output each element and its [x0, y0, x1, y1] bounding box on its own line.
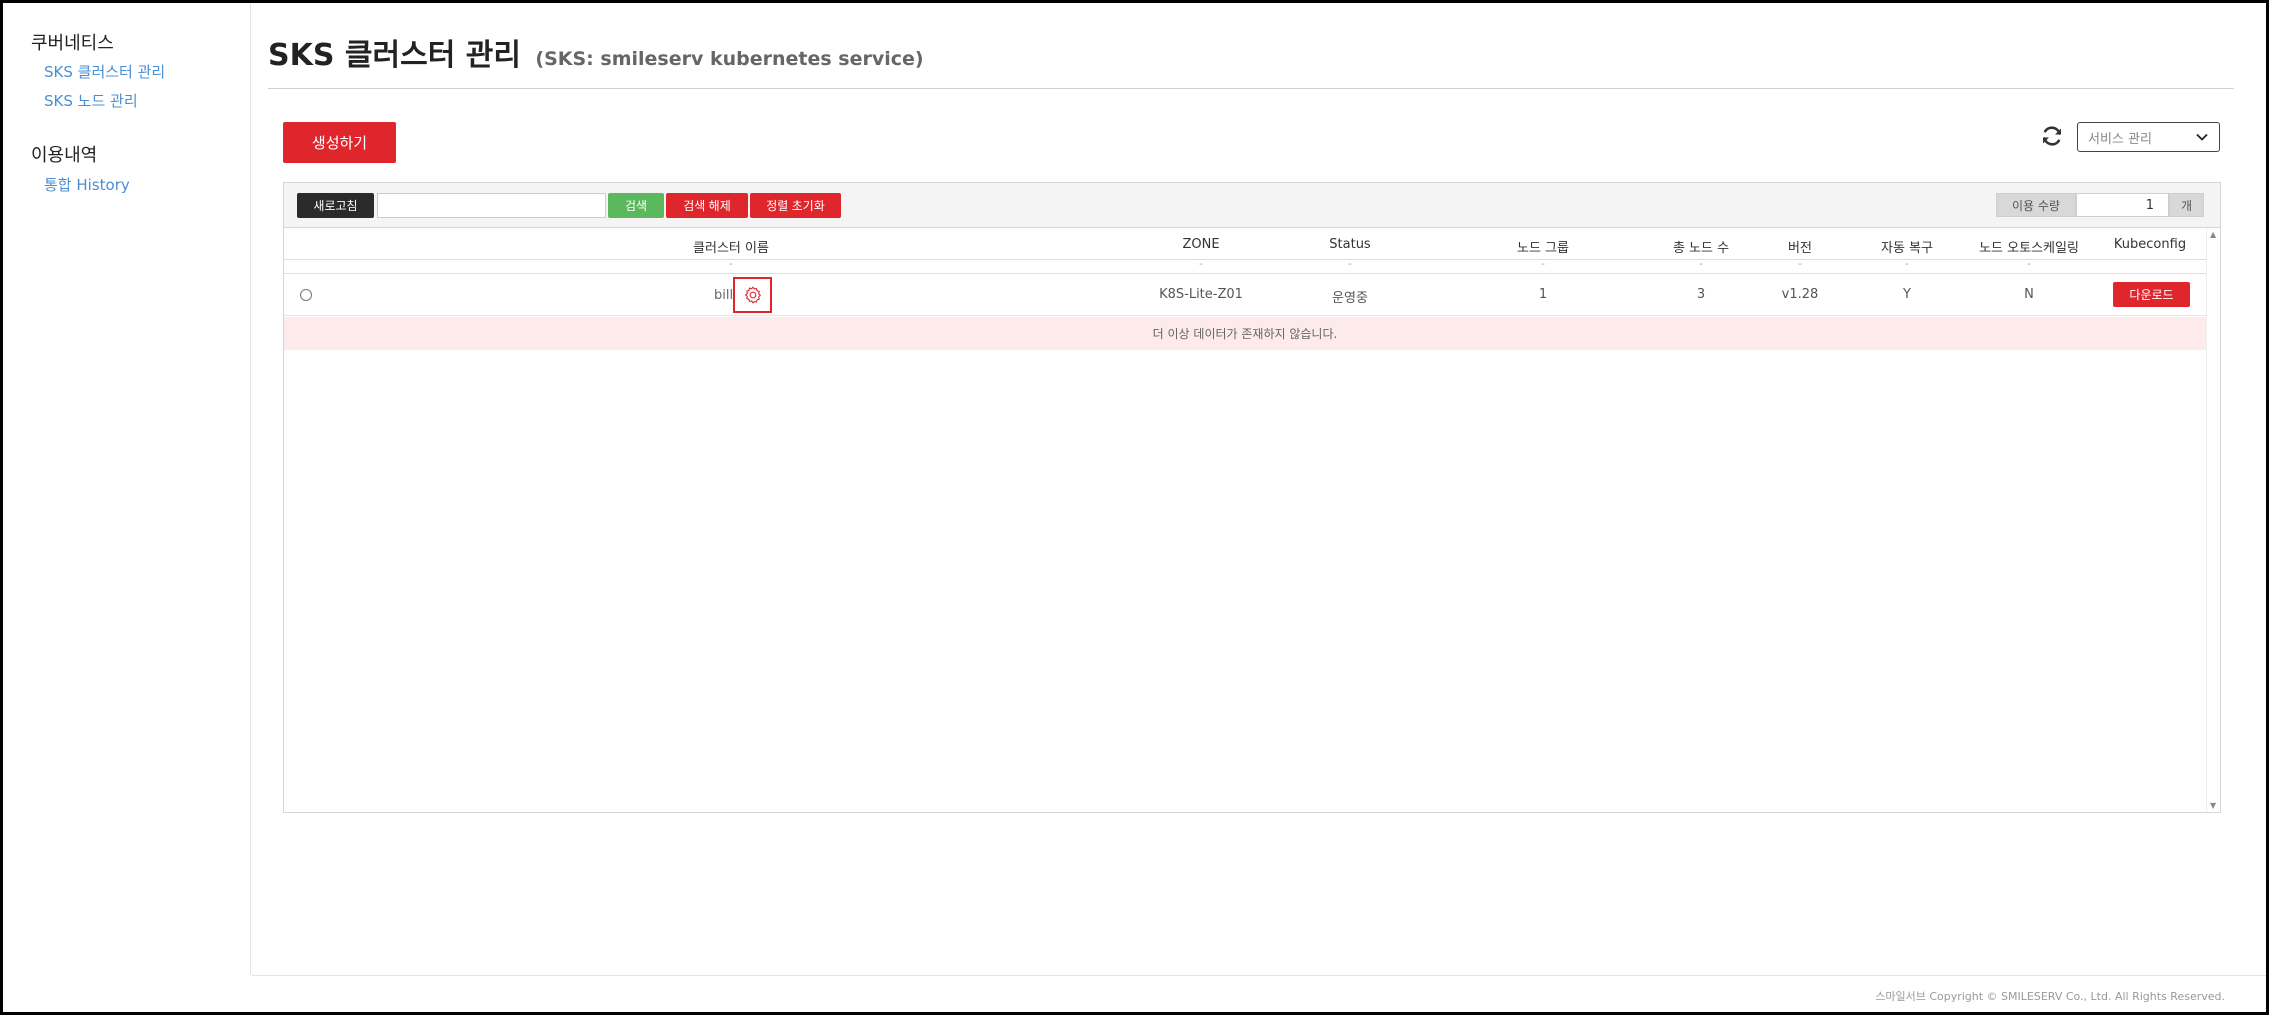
filter-auto-repair[interactable]: - — [1905, 257, 1909, 270]
row-select-radio[interactable] — [300, 289, 312, 301]
column-header-node-autoscaling[interactable]: 노드 오토스케일링 — [1979, 237, 2079, 256]
cell-node-autoscaling: N — [2024, 287, 2034, 302]
column-header-status[interactable]: Status — [1329, 237, 1370, 252]
page-subtitle: (SKS: smileserv kubernetes service) — [535, 48, 924, 70]
filter-status[interactable]: - — [1348, 257, 1352, 270]
sidebar: 쿠버네티스 SKS 클러스터 관리 SKS 노드 관리 이용내역 통합 Hist… — [3, 3, 251, 975]
column-header-auto-repair[interactable]: 자동 복구 — [1881, 237, 1933, 256]
filter-node-groups[interactable]: - — [1541, 257, 1545, 270]
no-more-data-message: 더 이상 데이터가 존재하지 않습니다. — [284, 317, 2206, 350]
chevron-down-icon — [2195, 130, 2209, 148]
kubeconfig-download-button[interactable]: 다운로드 — [2113, 282, 2190, 307]
service-management-select[interactable]: 서비스 관리 — [2077, 122, 2220, 152]
cell-node-groups: 1 — [1538, 287, 1548, 302]
search-button[interactable]: 검색 — [608, 193, 664, 218]
header-divider — [268, 88, 2234, 89]
cluster-name: bill — [714, 287, 734, 303]
filter-cluster-name[interactable]: - — [729, 257, 733, 270]
grid-toolbar: 새로고침 검색 검색 해제 정렬 초기화 이용 수량 1 개 — [284, 183, 2220, 228]
sidebar-group-usage: 이용내역 — [31, 145, 98, 166]
cluster-name-cell: bill — [714, 277, 773, 313]
sidebar-item-history[interactable]: 통합 History — [44, 174, 130, 195]
scroll-up-icon[interactable]: ▲ — [2210, 230, 2216, 239]
page-title: SKS 클러스터 관리 (SKS: smileserv kubernetes s… — [268, 30, 924, 74]
column-header-node-groups[interactable]: 노드 그룹 — [1517, 237, 1569, 256]
cell-auto-repair: Y — [1903, 287, 1911, 302]
usage-count-unit: 개 — [2169, 193, 2204, 217]
footer-divider — [252, 975, 2266, 976]
column-header-version[interactable]: 버전 — [1788, 237, 1812, 256]
cell-version: v1.28 — [1781, 287, 1819, 302]
search-input[interactable] — [377, 193, 606, 218]
reset-sort-button[interactable]: 정렬 초기화 — [750, 193, 841, 218]
refresh-icon[interactable] — [2040, 124, 2064, 148]
grid-refresh-button[interactable]: 새로고침 — [297, 193, 374, 218]
sidebar-item-cluster-management[interactable]: SKS 클러스터 관리 — [44, 61, 165, 82]
column-header-kubeconfig[interactable]: Kubeconfig — [2114, 237, 2186, 252]
filter-version[interactable]: - — [1798, 257, 1802, 270]
page-title-text: SKS 클러스터 관리 — [268, 38, 521, 73]
filter-node-autoscaling[interactable]: - — [2027, 257, 2031, 270]
sidebar-group-kubernetes: 쿠버네티스 — [31, 33, 114, 54]
usage-count-label: 이용 수량 — [1996, 193, 2076, 217]
column-header-total-nodes[interactable]: 총 노드 수 — [1673, 237, 1729, 256]
clear-search-button[interactable]: 검색 해제 — [666, 193, 748, 218]
column-header-cluster-name[interactable]: 클러스터 이름 — [693, 237, 769, 256]
filter-total-nodes[interactable]: - — [1699, 257, 1703, 270]
grid-scrollbar[interactable]: ▲ ▼ — [2206, 228, 2220, 812]
sidebar-item-node-management[interactable]: SKS 노드 관리 — [44, 90, 138, 111]
table-row[interactable]: bill K8S-Lite-Z01 운영중 1 3 v1.28 Y N 다운로드 — [284, 274, 2206, 316]
cell-status: 운영중 — [1332, 291, 1368, 306]
cell-zone: K8S-Lite-Z01 — [1159, 287, 1243, 302]
footer-copyright: 스마일서브 Copyright © SMILESERV Co., Ltd. Al… — [1875, 990, 2225, 1003]
column-header-zone[interactable]: ZONE — [1182, 237, 1219, 252]
cluster-grid: 새로고침 검색 검색 해제 정렬 초기화 이용 수량 1 개 클러스터 이름 Z… — [283, 182, 2221, 813]
grid-filter-row: - - - - - - - - — [284, 257, 2206, 274]
usage-count-value: 1 — [2076, 193, 2169, 217]
gear-icon[interactable] — [733, 277, 773, 313]
grid-header: 클러스터 이름 ZONE Status 노드 그룹 총 노드 수 버전 자동 복… — [284, 228, 2206, 260]
filter-zone[interactable]: - — [1199, 257, 1203, 270]
cell-total-nodes: 3 — [1696, 287, 1706, 302]
create-button[interactable]: 생성하기 — [283, 122, 396, 163]
scroll-down-icon[interactable]: ▼ — [2210, 801, 2216, 810]
service-select-value: 서비스 관리 — [2088, 131, 2152, 147]
